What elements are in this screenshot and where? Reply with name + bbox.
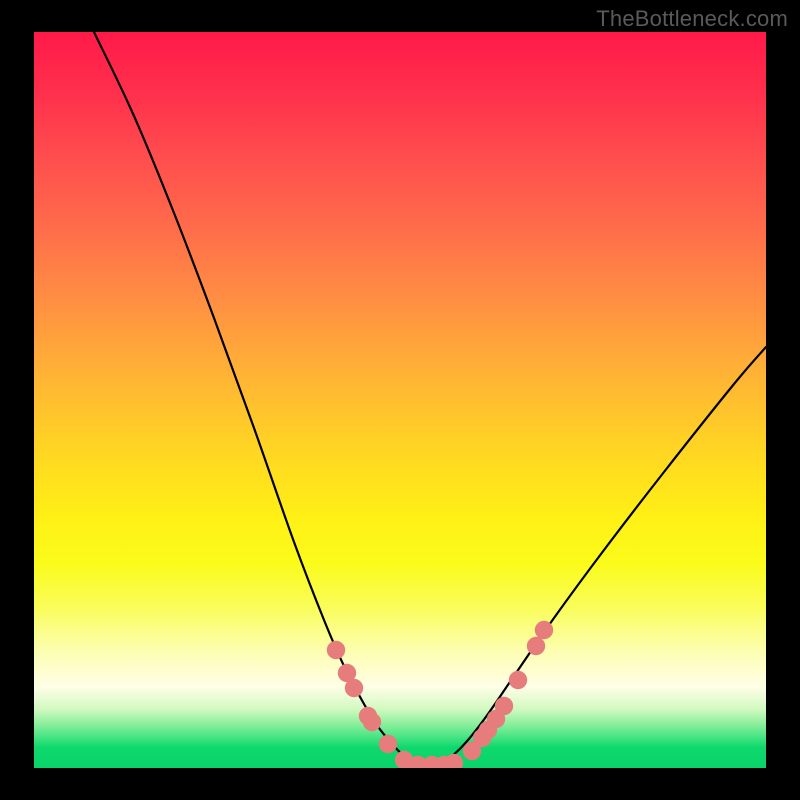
curve-right-curve — [426, 347, 766, 766]
data-marker — [345, 679, 363, 697]
data-marker — [327, 641, 345, 659]
data-marker — [509, 671, 527, 689]
watermark-text: TheBottleneck.com — [596, 6, 788, 32]
chart-frame: TheBottleneck.com — [0, 0, 800, 800]
data-marker — [495, 697, 513, 715]
data-marker — [445, 754, 463, 768]
data-marker — [363, 713, 381, 731]
data-marker — [379, 735, 397, 753]
curve-left-curve — [94, 32, 426, 766]
data-marker — [535, 621, 553, 639]
data-marker — [527, 637, 545, 655]
plot-area — [34, 32, 766, 768]
curve-layer — [34, 32, 766, 768]
